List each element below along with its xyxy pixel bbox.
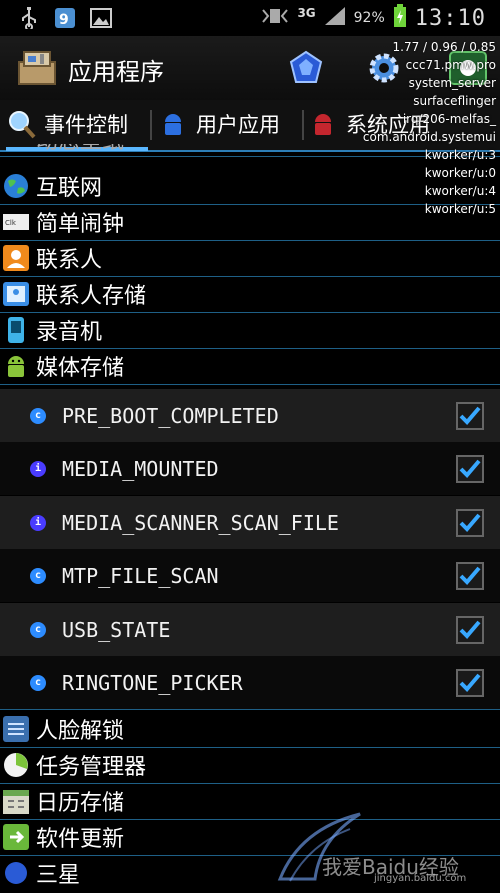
event-name: MEDIA_MOUNTED: [62, 456, 219, 481]
shield-icon[interactable]: [288, 50, 324, 86]
category-label: 人脸解锁: [36, 719, 125, 744]
event-checkbox[interactable]: [456, 402, 484, 430]
event-row[interactable]: c MTP_FILE_SCAN: [0, 549, 500, 602]
update-icon: [2, 823, 30, 851]
category-media-storage[interactable]: 媒体存储: [0, 348, 500, 385]
overlay-line: kworker/u:3: [424, 148, 496, 162]
tab-user-apps[interactable]: 用户应用: [158, 100, 300, 148]
event-name: MTP_FILE_SCAN: [62, 563, 219, 588]
pie-icon: [2, 751, 30, 779]
category-label: 三星: [36, 863, 81, 888]
category-label: 媒体存储: [36, 356, 125, 381]
category-label: 动态壁纸: [36, 144, 124, 155]
event-checkbox[interactable]: [456, 509, 484, 537]
category-label: 简单闹钟: [36, 212, 125, 237]
event-type-c-icon: c: [30, 674, 46, 691]
face-unlock-icon: [2, 715, 30, 743]
event-type-c-icon: c: [30, 621, 46, 638]
recorder-icon: [2, 316, 30, 344]
usb-icon: [18, 7, 40, 29]
samsung-icon: [2, 859, 30, 887]
category-label: 联系人: [36, 248, 103, 273]
category-contacts[interactable]: 联系人: [0, 240, 500, 277]
event-type-i-icon: i: [30, 460, 46, 477]
android-icon: [158, 109, 188, 139]
overlay-line: system_server: [408, 76, 496, 90]
event-row[interactable]: i MEDIA_MOUNTED: [0, 442, 500, 495]
notification-app-icon: 9: [54, 7, 76, 29]
category-face-unlock[interactable]: 人脸解锁: [0, 711, 500, 748]
process-overlay: 1.77 / 0.96 / 0.85 ccc71.pmw.pro system_…: [363, 38, 496, 218]
category-label: 任务管理器: [36, 755, 147, 780]
tab-divider: [302, 110, 304, 140]
event-row[interactable]: c RINGTONE_PICKER: [0, 656, 500, 710]
tab-event-control[interactable]: 事件控制: [6, 100, 148, 151]
event-name: RINGTONE_PICKER: [62, 670, 243, 695]
image-notification-icon: [90, 7, 112, 29]
calendar-icon: [2, 787, 30, 815]
signal-icon: [324, 6, 346, 30]
android-icon: [2, 352, 30, 380]
event-row[interactable]: i MEDIA_SCANNER_SCAN_FILE: [0, 496, 500, 549]
alarm-icon: Clk: [2, 208, 30, 236]
battery-percent: 92%: [353, 10, 385, 26]
globe-icon: [2, 172, 30, 200]
android-icon: [308, 109, 338, 139]
event-type-i-icon: i: [30, 514, 46, 531]
category-recorder[interactable]: 录音机: [0, 312, 500, 349]
category-label: 互联网: [36, 176, 103, 201]
category-label: 联系人存储: [36, 284, 147, 309]
event-name: USB_STATE: [62, 617, 171, 642]
category-label: 录音机: [36, 320, 103, 345]
event-row[interactable]: c PRE_BOOT_COMPLETED: [0, 389, 500, 442]
overlay-line: kworker/u:5: [424, 202, 496, 216]
event-checkbox[interactable]: [456, 455, 484, 483]
event-type-c-icon: c: [30, 567, 46, 584]
event-checkbox[interactable]: [456, 616, 484, 644]
event-type-c-icon: c: [30, 407, 46, 424]
clock: 13:10: [414, 5, 486, 31]
category-label: 软件更新: [36, 827, 125, 852]
tab-label: 事件控制: [44, 113, 128, 137]
svg-text:9: 9: [59, 12, 69, 28]
battery-charging-icon: [393, 4, 407, 32]
overlay-line: 1.77 / 0.96 / 0.85: [392, 40, 497, 54]
overlay-line: surfaceflinger: [413, 94, 496, 108]
search-icon: [6, 109, 36, 139]
overlay-line: irq/206-melfas_: [402, 112, 496, 126]
network-type: 3G: [297, 6, 316, 20]
overlay-line: kworker/u:0: [424, 166, 496, 180]
watermark: 我爱Baidu经验 jingyan.baidu.com: [270, 799, 500, 889]
contact-icon: [2, 244, 30, 272]
tab-divider: [150, 110, 152, 140]
contacts-storage-icon: [2, 280, 30, 308]
event-name: MEDIA_SCANNER_SCAN_FILE: [62, 510, 339, 535]
event-checkbox[interactable]: [456, 562, 484, 590]
svg-text:Clk: Clk: [5, 219, 17, 227]
overlay-line: com.android.systemui: [362, 130, 496, 144]
status-bar: 9 3G 92% 13:10: [0, 0, 500, 36]
event-row[interactable]: c USB_STATE: [0, 603, 500, 656]
category-contacts-storage[interactable]: 联系人存储: [0, 276, 500, 313]
overlay-line: ccc71.pmw.pro: [405, 58, 496, 72]
watermark-url: jingyan.baidu.com: [374, 873, 467, 884]
overlay-line: kworker/u:4: [424, 184, 496, 198]
event-name: PRE_BOOT_COMPLETED: [62, 403, 279, 428]
toolbox-icon[interactable]: [16, 48, 60, 88]
event-checkbox[interactable]: [456, 669, 484, 697]
category-task-manager[interactable]: 任务管理器: [0, 747, 500, 784]
category-label: 日历存储: [36, 791, 125, 816]
tab-label: 用户应用: [196, 113, 280, 137]
vibrate-icon: [261, 6, 289, 30]
page-title: 应用程序: [68, 58, 164, 86]
